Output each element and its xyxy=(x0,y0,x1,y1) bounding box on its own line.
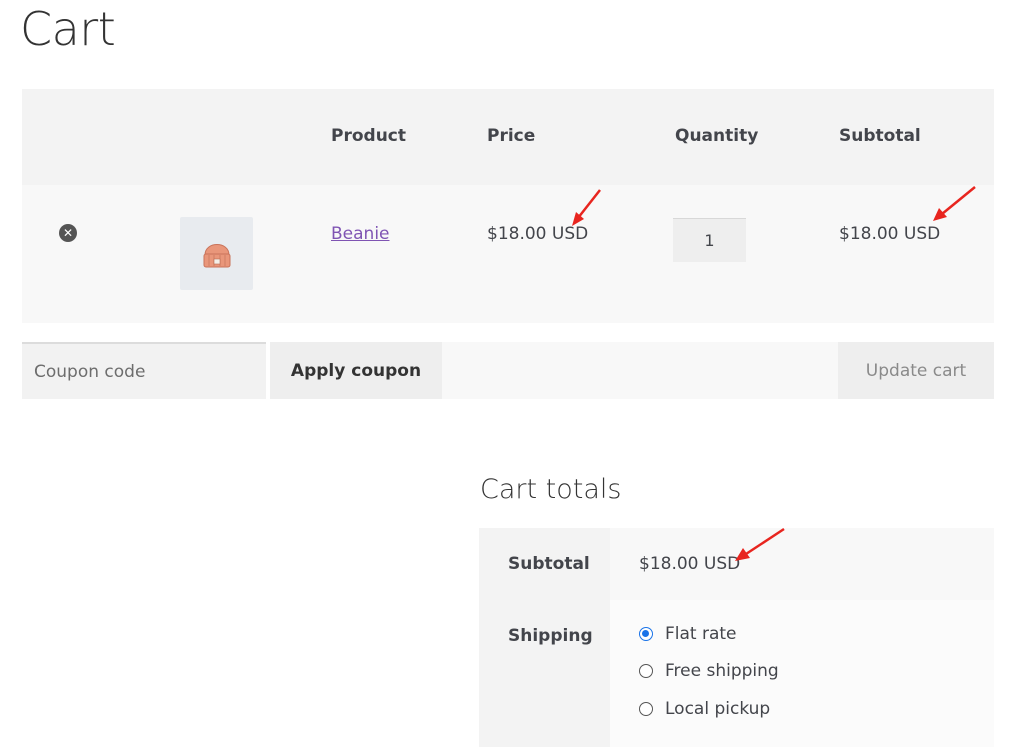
annotation-arrow-icon xyxy=(572,189,601,226)
apply-coupon-button[interactable]: Apply coupon xyxy=(270,342,442,399)
annotation-arrow-icon xyxy=(735,527,785,561)
totals-subtotal-label: Subtotal xyxy=(508,554,590,574)
totals-shipping-label: Shipping xyxy=(508,626,593,646)
shipping-option-label: Flat rate xyxy=(665,624,737,644)
cart-totals-title: Cart totals xyxy=(480,474,622,505)
column-header-price: Price xyxy=(487,126,536,146)
column-header-quantity: Quantity xyxy=(675,126,759,146)
cart-table-header: Product Price Quantity Subtotal xyxy=(22,89,994,185)
page-title: Cart xyxy=(20,2,116,56)
column-header-subtotal: Subtotal xyxy=(839,126,921,146)
cart-table: Product Price Quantity Subtotal ✕ Beanie… xyxy=(22,89,994,323)
table-row: ✕ Beanie $18.00 USD $18.00 USD xyxy=(22,185,994,323)
radio-unchecked-icon[interactable] xyxy=(639,702,653,716)
shipping-option-flat-rate[interactable]: Flat rate xyxy=(639,624,737,644)
shipping-option-local-pickup[interactable]: Local pickup xyxy=(639,699,770,719)
shipping-option-free-shipping[interactable]: Free shipping xyxy=(639,661,779,681)
product-subtotal: $18.00 USD xyxy=(839,224,941,244)
update-cart-button[interactable]: Update cart xyxy=(838,342,994,399)
product-thumbnail[interactable] xyxy=(180,217,253,290)
radio-unchecked-icon[interactable] xyxy=(639,664,653,678)
radio-checked-icon[interactable] xyxy=(639,627,653,641)
shipping-option-label: Free shipping xyxy=(665,661,779,681)
remove-item-icon[interactable]: ✕ xyxy=(59,224,77,242)
totals-subtotal-value: $18.00 USD xyxy=(639,554,741,574)
column-header-product: Product xyxy=(331,126,406,146)
annotation-arrow-icon xyxy=(933,186,976,221)
product-link-beanie[interactable]: Beanie xyxy=(331,224,390,244)
coupon-code-input[interactable] xyxy=(22,342,266,399)
quantity-input[interactable] xyxy=(673,218,746,262)
actions-spacer xyxy=(442,342,838,399)
shipping-option-label: Local pickup xyxy=(665,699,771,719)
beanie-icon xyxy=(203,244,231,268)
